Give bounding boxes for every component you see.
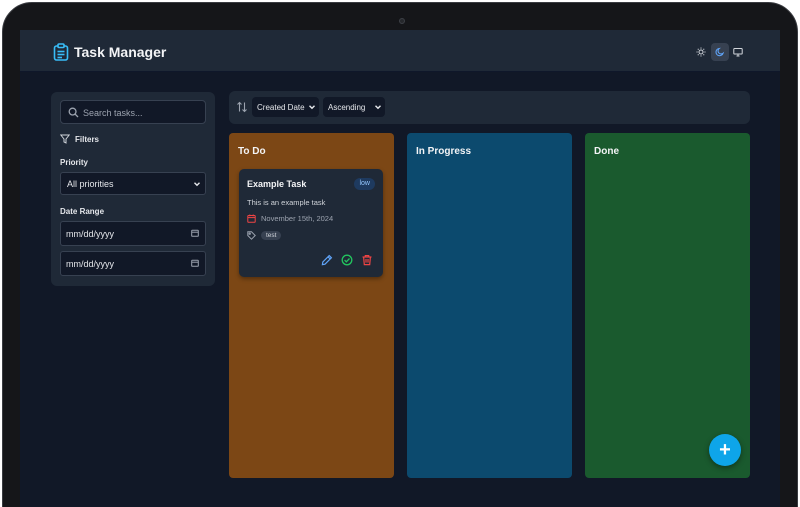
column-title: To Do xyxy=(238,146,266,157)
tag-icon xyxy=(247,231,256,240)
calendar-icon xyxy=(191,229,199,237)
calendar-icon xyxy=(247,214,256,223)
chevron-down-icon xyxy=(375,105,381,110)
date-end-placeholder: mm/dd/yyyy xyxy=(66,259,115,269)
priority-select-value: All priorities xyxy=(67,179,114,189)
calendar-icon xyxy=(191,259,199,267)
date-start-input[interactable]: mm/dd/yyyy xyxy=(60,221,206,246)
chevron-down-icon xyxy=(309,105,315,110)
moon-icon xyxy=(715,47,725,57)
theme-light-button[interactable] xyxy=(692,43,710,61)
app-screen: Task Manager Search tasks... Filters Pri… xyxy=(20,30,780,507)
pencil-icon xyxy=(321,254,333,266)
theme-system-button[interactable] xyxy=(729,43,747,61)
app-header: Task Manager xyxy=(20,30,780,72)
sort-field-select[interactable]: Created Date xyxy=(252,97,319,117)
filter-icon xyxy=(60,134,70,144)
check-circle-icon xyxy=(341,254,353,266)
delete-task-button[interactable] xyxy=(361,254,373,266)
search-input[interactable] xyxy=(83,105,201,120)
search-icon xyxy=(68,107,79,118)
tag-chip: test xyxy=(261,231,282,240)
task-card[interactable]: Example Task low This is an example task… xyxy=(239,169,383,277)
chevron-down-icon xyxy=(194,182,200,187)
task-description: This is an example task xyxy=(247,198,326,207)
clipboard-icon xyxy=(53,43,69,61)
task-title: Example Task xyxy=(247,179,307,189)
task-date-row: November 15th, 2024 xyxy=(247,214,333,223)
search-box[interactable] xyxy=(60,100,206,124)
column-to-do: To Do Example Task low This is an exampl… xyxy=(229,133,394,478)
date-start-placeholder: mm/dd/yyyy xyxy=(66,229,115,239)
task-date: November 15th, 2024 xyxy=(261,214,334,223)
column-title: In Progress xyxy=(416,146,472,157)
sort-order-select[interactable]: Ascending xyxy=(323,97,385,117)
sun-icon xyxy=(696,47,706,57)
column-in-progress: In Progress xyxy=(407,133,572,478)
column-done: Done xyxy=(585,133,750,478)
filters-panel: Filters Priority All priorities Date Ran… xyxy=(51,92,215,286)
app-title: Task Manager xyxy=(74,44,167,60)
camera xyxy=(399,18,405,24)
theme-dark-button[interactable] xyxy=(711,43,729,61)
sort-order-value: Ascending xyxy=(328,103,366,112)
priority-badge: low xyxy=(354,178,375,190)
column-title: Done xyxy=(594,146,619,157)
priority-label: Priority xyxy=(60,158,89,167)
filters-heading: Filters xyxy=(60,132,99,146)
monitor-icon xyxy=(733,48,743,57)
add-task-button[interactable]: + xyxy=(709,434,741,466)
sort-field-value: Created Date xyxy=(257,103,305,112)
date-range-label: Date Range xyxy=(60,207,105,216)
sort-bar: Created Date Ascending xyxy=(229,91,750,124)
priority-select[interactable]: All priorities xyxy=(60,172,206,195)
filters-label: Filters xyxy=(75,134,100,144)
task-tags: test xyxy=(247,231,282,240)
complete-task-button[interactable] xyxy=(341,254,353,266)
sort-icon xyxy=(237,101,247,113)
date-end-input[interactable]: mm/dd/yyyy xyxy=(60,251,206,276)
trash-icon xyxy=(362,255,372,266)
task-actions xyxy=(321,254,373,266)
edit-task-button[interactable] xyxy=(321,254,333,266)
